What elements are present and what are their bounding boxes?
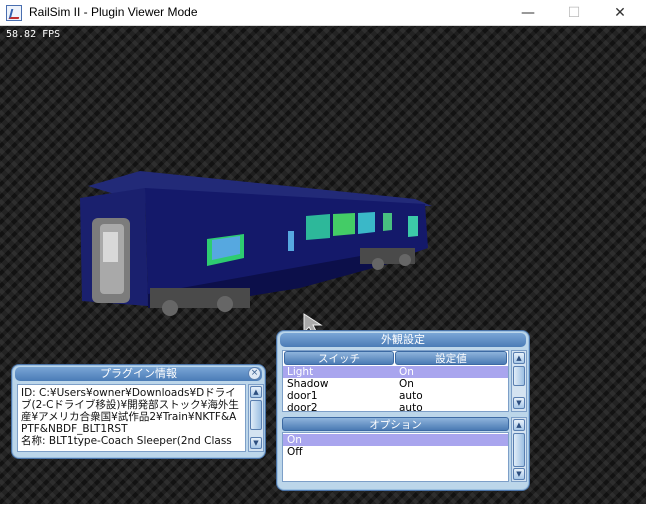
options-header: オプション	[282, 417, 509, 431]
scroll-thumb[interactable]	[250, 400, 262, 430]
appearance-settings-panel: 外観設定 スイッチ 設定値 Light On Shadow On door1 a…	[276, 330, 530, 491]
scroll-down-icon[interactable]: ▼	[513, 468, 525, 480]
table-row[interactable]: door1 auto	[283, 390, 508, 402]
switch-table: スイッチ 設定値 Light On Shadow On door1 auto d…	[282, 350, 509, 412]
column-value[interactable]: 設定値	[395, 351, 507, 365]
window-5	[383, 213, 392, 231]
table-row[interactable]: Shadow On	[283, 378, 508, 390]
switch-value: auto	[399, 390, 423, 402]
scroll-up-icon[interactable]: ▲	[513, 419, 525, 431]
list-item[interactable]: Off	[283, 446, 508, 458]
switch-value: On	[399, 366, 414, 378]
scroll-down-icon[interactable]: ▼	[513, 397, 525, 409]
window-3	[333, 213, 355, 236]
table-row[interactable]: door2 auto	[283, 402, 508, 412]
options-scrollbar[interactable]: ▲ ▼	[511, 417, 527, 482]
list-item[interactable]: On	[283, 434, 508, 446]
scroll-up-icon[interactable]: ▲	[513, 352, 525, 364]
column-switch[interactable]: スイッチ	[284, 351, 394, 365]
switch-name: Light	[287, 366, 314, 378]
scroll-down-icon[interactable]: ▼	[250, 437, 262, 449]
scroll-thumb[interactable]	[513, 366, 525, 386]
railsim-app-icon	[6, 5, 22, 21]
switch-table-scrollbar[interactable]: ▲ ▼	[511, 350, 527, 412]
plugin-info-text: ID: C:¥Users¥owner¥Downloads¥Dドライブ(2-Cドラ…	[17, 384, 246, 452]
underlying-page-edge	[0, 504, 646, 509]
plugin-info-title-text: プラグイン情報	[100, 367, 177, 380]
window-6	[408, 216, 418, 237]
window-title: RailSim II - Plugin Viewer Mode	[29, 5, 198, 19]
window-2	[306, 214, 330, 240]
switch-name: Shadow	[287, 378, 329, 390]
options-list: On Off	[282, 432, 509, 482]
minimize-button[interactable]: —	[505, 0, 551, 26]
scroll-up-icon[interactable]: ▲	[250, 386, 262, 398]
switch-name: door2	[287, 402, 318, 412]
window-titlebar: RailSim II - Plugin Viewer Mode — ☐ ✕	[0, 0, 646, 26]
switch-value: auto	[399, 402, 423, 412]
maximize-button[interactable]: ☐	[551, 0, 597, 26]
table-row[interactable]: Light On	[283, 366, 508, 378]
switch-name: door1	[287, 390, 318, 402]
close-button[interactable]: ✕	[597, 0, 643, 26]
appearance-settings-title: 外観設定	[280, 333, 526, 347]
scroll-thumb[interactable]	[513, 433, 525, 467]
window-4	[358, 212, 375, 234]
plugin-info-panel: プラグイン情報 × ID: C:¥Users¥owner¥Downloads¥D…	[11, 364, 266, 459]
plugin-info-scrollbar[interactable]: ▲ ▼	[248, 384, 264, 452]
close-icon[interactable]: ×	[248, 367, 261, 380]
plugin-info-title: プラグイン情報 ×	[15, 367, 262, 381]
switch-value: On	[399, 378, 414, 390]
